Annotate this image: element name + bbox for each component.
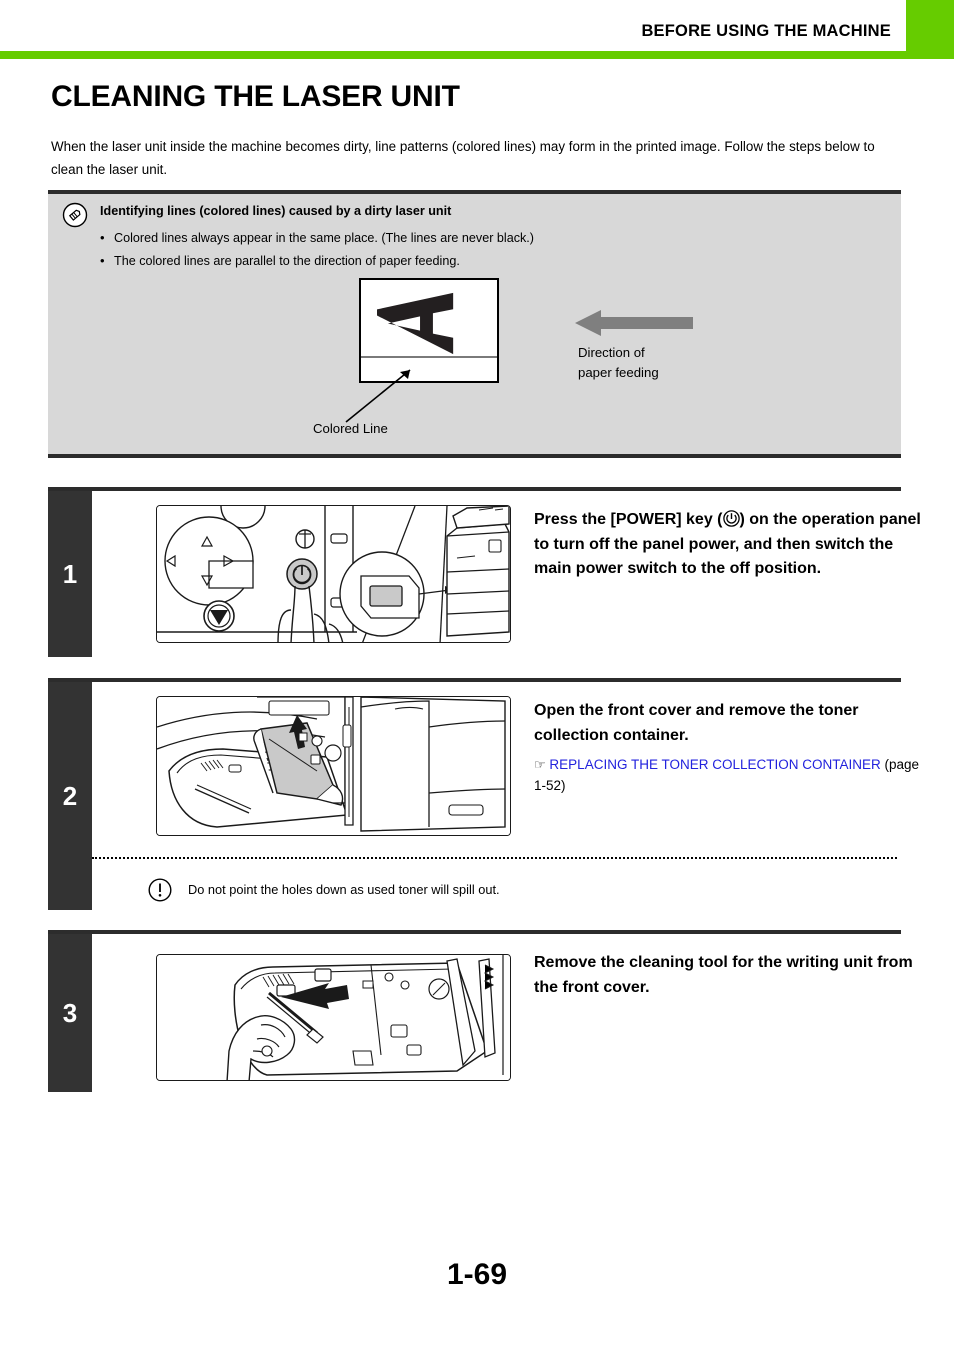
intro-paragraph: When the laser unit inside the machine b… <box>51 139 875 177</box>
reference-link-text[interactable]: REPLACING THE TONER COLLECTION CONTAINER <box>549 757 880 772</box>
step-number-2: 2 <box>48 682 92 910</box>
paper-feed-direction-arrow <box>575 308 693 338</box>
step-3-instruction: Remove the cleaning tool for the writing… <box>534 954 913 996</box>
note-bullet-list: Colored lines always appear in the same … <box>98 226 534 273</box>
step-block-1: 1 Press the [POWER] key () on the opera… <box>48 487 921 657</box>
cleaning-tool-removal-illustration <box>156 954 511 1081</box>
note-bullet-item: The colored lines are parallel to the di… <box>98 249 534 273</box>
note-box: Identifying lines (colored lines) caused… <box>48 190 901 458</box>
step-2-reference-link[interactable]: ☞ REPLACING THE TONER COLLECTION CONTAIN… <box>534 754 934 796</box>
caution-text: Do not point the holes down as used tone… <box>188 882 500 897</box>
direction-label-line1: Direction of <box>578 345 645 360</box>
caution-exclamation-icon <box>148 878 172 902</box>
pointing-hand-icon: ☞ <box>534 757 546 772</box>
step-block-2: 2 Open the front cover and remove the to… <box>48 678 919 910</box>
caution-divider <box>92 857 897 859</box>
power-icon <box>722 510 740 527</box>
colored-line-illustration: Direction of paper feeding Colored Line <box>48 278 901 456</box>
direction-label-line2: paper feeding <box>578 365 659 380</box>
step-number-3: 3 <box>48 934 92 1092</box>
header-title: BEFORE USING THE MACHINE <box>641 22 891 40</box>
step-top-rule <box>48 678 901 682</box>
front-cover-toner-container-illustration <box>156 696 511 836</box>
step-top-rule <box>48 930 901 934</box>
page-number: 1-69 <box>446 1258 508 1291</box>
note-bullet-item: Colored lines always appear in the same … <box>98 226 534 250</box>
header-accent-block <box>906 0 954 51</box>
colored-line-label: Colored Line <box>313 421 388 436</box>
step-1-instruction: Press the [POWER] key ( ) on the operati… <box>534 508 934 582</box>
rotated-letter-a <box>377 286 483 362</box>
pencil-note-icon <box>62 202 88 228</box>
note-heading: Identifying lines (colored lines) caused… <box>100 204 452 218</box>
step-top-rule <box>48 487 901 491</box>
page-header: BEFORE USING THE MACHINE <box>0 0 954 60</box>
step-block-3: 3 Remove the cleaning tool for the writi… <box>48 930 913 1092</box>
page-title: CLEANING THE LASER UNIT <box>51 80 460 113</box>
colored-line-leader <box>338 358 448 428</box>
step-1-text-prefix: Press the [POWER] key ( <box>534 511 723 528</box>
header-accent-bar <box>0 51 954 59</box>
step-number-1: 1 <box>48 491 92 657</box>
operation-panel-power-key-illustration <box>156 505 511 643</box>
step-2-instruction: Open the front cover and remove the tone… <box>534 702 859 744</box>
direction-of-paper-feeding-label: Direction of paper feeding <box>578 343 659 383</box>
